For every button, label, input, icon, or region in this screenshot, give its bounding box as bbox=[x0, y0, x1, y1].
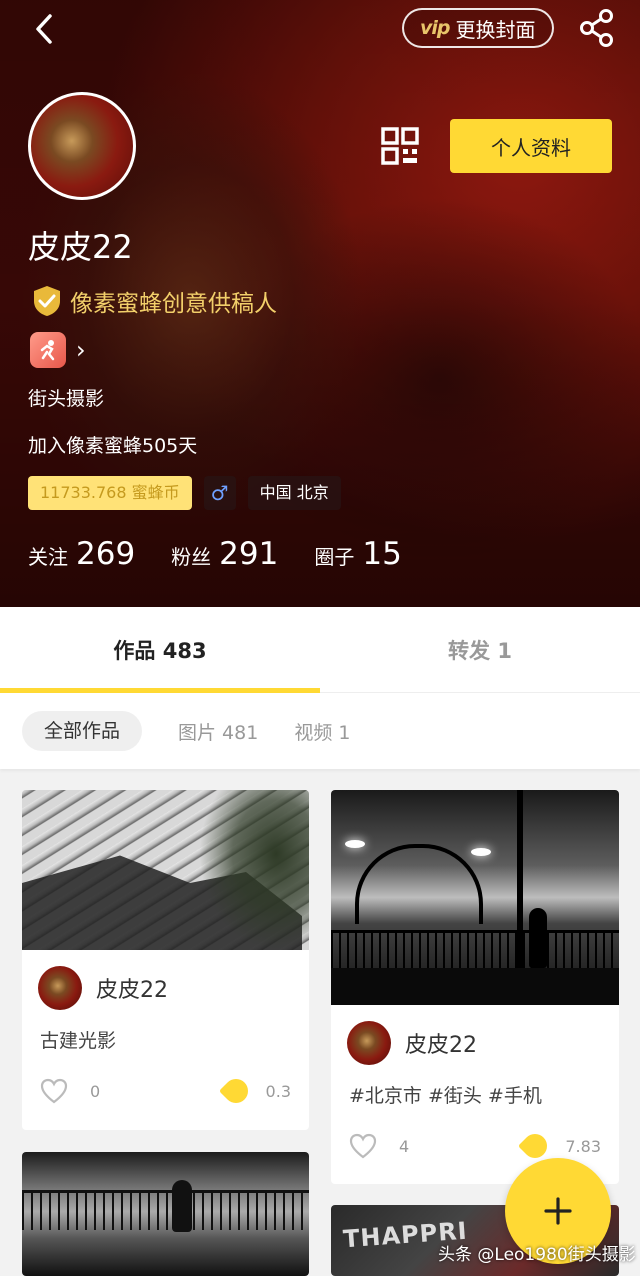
qr-code-icon bbox=[381, 127, 419, 165]
filter-all-works[interactable]: 全部作品 bbox=[22, 711, 143, 751]
stat-label: 关注 bbox=[28, 545, 68, 569]
share-button[interactable] bbox=[578, 8, 616, 48]
profile-cover: vip 更换封面 个人资料 皮皮22 像素蜜蜂创意供稿人 › 街头摄影 加入像素… bbox=[0, 0, 640, 607]
post-author-row[interactable]: 皮皮22 bbox=[331, 1005, 619, 1081]
coin-count: 0.3 bbox=[265, 1081, 291, 1101]
post-author-row[interactable]: 皮皮22 bbox=[22, 950, 309, 1026]
share-icon bbox=[580, 9, 613, 47]
male-gender-icon: ♂ bbox=[203, 476, 236, 510]
filter-images[interactable]: 图片 481 bbox=[178, 718, 258, 745]
stat-value: 15 bbox=[362, 536, 402, 572]
author-name[interactable]: 皮皮22 bbox=[96, 972, 168, 1004]
author-avatar[interactable] bbox=[38, 966, 82, 1010]
change-cover-label: 更换封面 bbox=[455, 17, 536, 42]
photo-lamp bbox=[471, 848, 491, 856]
profile-info-button[interactable]: 个人资料 bbox=[450, 119, 612, 173]
post-card[interactable] bbox=[22, 1152, 309, 1276]
joined-days: 加入像素蜜蜂505天 bbox=[28, 435, 198, 457]
level-badge-icon bbox=[30, 332, 66, 368]
tab-reposts[interactable]: 转发 1 bbox=[320, 607, 640, 693]
stat-following[interactable]: 关注 269 bbox=[28, 536, 135, 572]
coin-reward[interactable]: 0.3 bbox=[218, 1074, 291, 1108]
like-count: 0 bbox=[90, 1081, 101, 1101]
post-title: 古建光影 bbox=[40, 1030, 117, 1052]
username: 皮皮22 bbox=[28, 228, 133, 266]
plus-icon bbox=[544, 1197, 572, 1225]
runner-icon bbox=[40, 340, 55, 361]
like-button[interactable]: 4 bbox=[349, 1133, 409, 1159]
stat-followers[interactable]: 粉丝 291 bbox=[171, 536, 278, 572]
qr-code-button[interactable] bbox=[380, 126, 420, 166]
change-cover-button[interactable]: vip 更换封面 bbox=[402, 8, 554, 48]
stat-circles[interactable]: 圈子 15 bbox=[314, 536, 401, 572]
profile-tag: 街头摄影 bbox=[28, 388, 105, 410]
chevron-left-icon bbox=[36, 14, 52, 44]
stat-label: 粉丝 bbox=[171, 545, 212, 569]
coin-drop-icon bbox=[218, 1074, 253, 1108]
coin-balance-chip[interactable]: 11733.768 蜜蜂币 bbox=[28, 476, 192, 510]
stat-value: 291 bbox=[219, 536, 279, 572]
vip-badge: vip bbox=[420, 17, 450, 39]
chevron-right-icon: › bbox=[76, 336, 86, 364]
content-tabs: 作品 483 转发 1 bbox=[0, 607, 640, 693]
like-button[interactable]: 0 bbox=[40, 1078, 100, 1104]
filter-bar: 全部作品 图片 481 视频 1 bbox=[0, 693, 640, 769]
verified-row: 像素蜜蜂创意供稿人 bbox=[32, 284, 277, 318]
post-title: #北京市 #街头 #手机 bbox=[349, 1085, 542, 1107]
post-photo[interactable] bbox=[22, 1152, 309, 1276]
tab-works-label: 作品 483 bbox=[113, 639, 207, 663]
photo-lamp-arm bbox=[355, 844, 483, 924]
post-card[interactable]: 皮皮22 古建光影 0 0.3 bbox=[22, 790, 309, 1130]
author-name[interactable]: 皮皮22 bbox=[405, 1027, 477, 1059]
verified-shield-icon bbox=[34, 286, 60, 316]
filter-videos[interactable]: 视频 1 bbox=[294, 718, 350, 745]
post-footer: 0 0.3 bbox=[22, 1064, 309, 1118]
tab-works[interactable]: 作品 483 bbox=[0, 607, 320, 693]
heart-icon bbox=[349, 1133, 377, 1159]
photo-bridge bbox=[331, 968, 619, 1005]
author-avatar[interactable] bbox=[347, 1021, 391, 1065]
tab-reposts-label: 转发 1 bbox=[448, 639, 512, 663]
level-row[interactable]: › bbox=[30, 332, 86, 368]
coin-count: 7.83 bbox=[565, 1136, 601, 1156]
heart-icon bbox=[40, 1078, 68, 1104]
post-photo[interactable] bbox=[22, 790, 309, 950]
photo-railing bbox=[22, 1190, 309, 1230]
stat-value: 269 bbox=[76, 536, 136, 572]
watermark: 头条 @Leo1980街头摄影 bbox=[438, 1245, 636, 1265]
like-count: 4 bbox=[399, 1136, 410, 1156]
coin-drop-icon bbox=[518, 1129, 553, 1163]
post-photo[interactable] bbox=[331, 790, 619, 1005]
post-card[interactable]: 皮皮22 #北京市 #街头 #手机 4 7.83 bbox=[331, 790, 619, 1184]
coin-reward[interactable]: 7.83 bbox=[518, 1129, 601, 1163]
location-chip: 中国 北京 bbox=[247, 476, 341, 510]
chip-row: 11733.768 蜜蜂币 ♂ 中国 北京 bbox=[28, 476, 341, 510]
profile-avatar[interactable] bbox=[28, 92, 136, 200]
verified-title: 像素蜜蜂创意供稿人 bbox=[70, 291, 277, 317]
photo-tree bbox=[199, 790, 309, 950]
back-button[interactable] bbox=[28, 12, 62, 46]
photo-person bbox=[529, 908, 547, 968]
photo-person bbox=[172, 1180, 192, 1232]
photo-lamp bbox=[345, 840, 365, 848]
stats-row: 关注 269 粉丝 291 圈子 15 bbox=[28, 536, 402, 572]
stat-label: 圈子 bbox=[314, 545, 355, 569]
